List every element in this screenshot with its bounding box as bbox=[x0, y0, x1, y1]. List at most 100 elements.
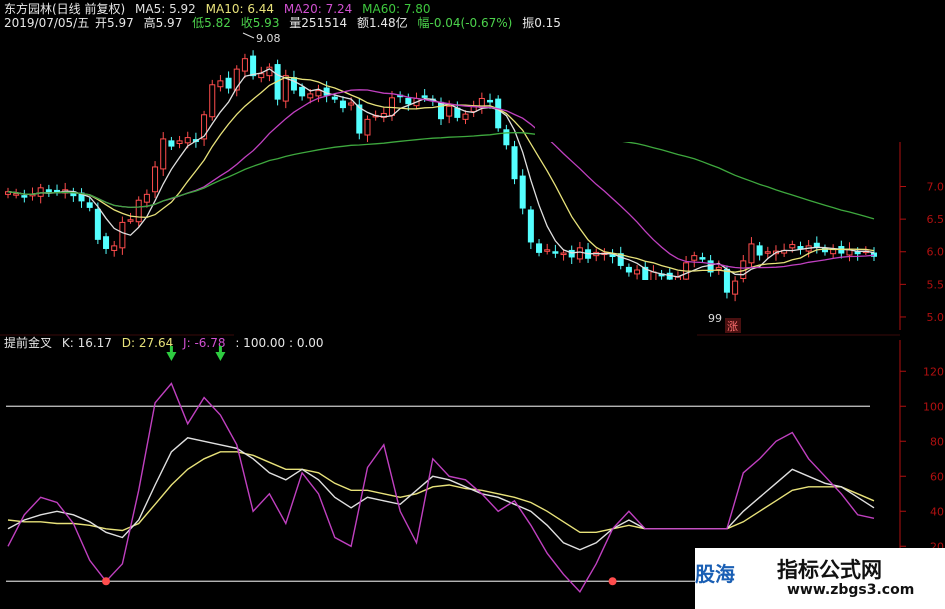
candle bbox=[364, 115, 371, 143]
watermark-title: 指标公式网 bbox=[777, 558, 882, 582]
candle bbox=[821, 244, 828, 256]
candle bbox=[797, 241, 804, 255]
candle-body bbox=[135, 199, 142, 223]
indicator-tick-label: 100 bbox=[923, 400, 944, 413]
candle-body bbox=[54, 189, 61, 193]
candle-body bbox=[184, 137, 191, 144]
candle-body bbox=[625, 266, 632, 273]
candle-body bbox=[495, 98, 502, 129]
candle bbox=[536, 239, 543, 257]
candle-body bbox=[568, 249, 575, 258]
indicator-tick-label: 40 bbox=[930, 505, 944, 518]
candle bbox=[45, 184, 52, 197]
candle bbox=[527, 206, 534, 249]
candle bbox=[168, 136, 175, 150]
candle-body bbox=[13, 193, 20, 196]
candle bbox=[462, 110, 469, 125]
stock-chart: 7.06.56.05.55.0 12010080604020 9.08 99 涨 bbox=[0, 30, 945, 600]
candle bbox=[282, 69, 289, 109]
golden-cross-icon bbox=[102, 577, 111, 586]
indicator-tick-label: 120 bbox=[923, 365, 944, 378]
buy-arrow-icon bbox=[215, 346, 226, 361]
candle-body bbox=[37, 187, 44, 197]
candle-body bbox=[699, 257, 706, 260]
candle-body bbox=[331, 96, 338, 100]
candle bbox=[258, 66, 265, 83]
candle-body bbox=[544, 249, 551, 252]
price-tick-label: 7.0 bbox=[927, 181, 945, 194]
price-tick-label: 6.0 bbox=[927, 246, 945, 259]
candle bbox=[634, 265, 641, 280]
candle bbox=[470, 100, 477, 117]
candle bbox=[478, 92, 485, 114]
candle bbox=[4, 187, 12, 199]
candle bbox=[201, 110, 208, 146]
candle-body bbox=[143, 193, 150, 203]
candle bbox=[756, 241, 763, 261]
candle bbox=[846, 242, 853, 262]
candle bbox=[691, 251, 698, 268]
candle-body bbox=[217, 80, 224, 88]
candle bbox=[209, 79, 216, 121]
candle-body bbox=[111, 245, 118, 251]
candle-body bbox=[446, 105, 453, 117]
candle-body bbox=[576, 247, 583, 260]
candle bbox=[127, 212, 134, 224]
candle-body bbox=[691, 255, 698, 261]
candle-body bbox=[462, 113, 469, 120]
occlusion-bottom bbox=[234, 280, 697, 336]
low-label: 99 bbox=[708, 312, 722, 325]
candle-body bbox=[241, 58, 248, 72]
candle-body bbox=[813, 242, 820, 248]
peak-label: 9.08 bbox=[256, 32, 281, 45]
candle bbox=[495, 95, 502, 132]
candle-body bbox=[127, 219, 134, 222]
candle bbox=[111, 240, 118, 257]
candle-body bbox=[152, 166, 159, 193]
candle bbox=[609, 249, 616, 264]
candle-body bbox=[103, 236, 110, 249]
candle-body bbox=[168, 140, 175, 147]
candle bbox=[176, 135, 183, 149]
occlusion-top-right bbox=[535, 30, 945, 142]
candle bbox=[511, 140, 518, 185]
candle bbox=[748, 237, 755, 268]
candle bbox=[339, 96, 346, 113]
candle bbox=[593, 248, 600, 262]
candle bbox=[217, 75, 224, 92]
candle-body bbox=[634, 269, 641, 275]
candle-body bbox=[552, 251, 559, 254]
candle-body bbox=[299, 86, 306, 97]
watermark-url: www.zbgs3.com bbox=[787, 582, 915, 598]
candle-body bbox=[454, 107, 461, 118]
candle bbox=[266, 63, 273, 82]
candle-body bbox=[339, 100, 346, 109]
watermark: 股海 指标公式网 www.zbgs3.com bbox=[695, 548, 945, 609]
indicator-tick-label: 60 bbox=[930, 470, 944, 483]
candle bbox=[397, 91, 404, 103]
candle-body bbox=[86, 202, 93, 208]
candle bbox=[70, 187, 77, 202]
peak-pointer bbox=[242, 32, 255, 39]
candle bbox=[830, 244, 837, 259]
candle-body bbox=[307, 93, 314, 99]
candle-body bbox=[119, 221, 126, 249]
candle-body bbox=[258, 73, 265, 79]
candle-body bbox=[250, 55, 257, 77]
candle-body bbox=[560, 252, 567, 256]
candle-body bbox=[723, 268, 730, 293]
rise-tag: 涨 bbox=[727, 320, 738, 333]
candle-body bbox=[748, 243, 755, 264]
candle-body bbox=[487, 99, 494, 103]
candle bbox=[103, 232, 110, 254]
candle bbox=[54, 184, 61, 196]
candle-body bbox=[290, 77, 297, 91]
candle-body bbox=[756, 245, 763, 256]
candle-body bbox=[437, 101, 445, 120]
candle bbox=[568, 245, 575, 264]
candle bbox=[356, 98, 363, 140]
candle bbox=[143, 189, 150, 208]
candle bbox=[135, 196, 142, 227]
candle bbox=[732, 276, 739, 302]
candle-body bbox=[519, 175, 526, 209]
